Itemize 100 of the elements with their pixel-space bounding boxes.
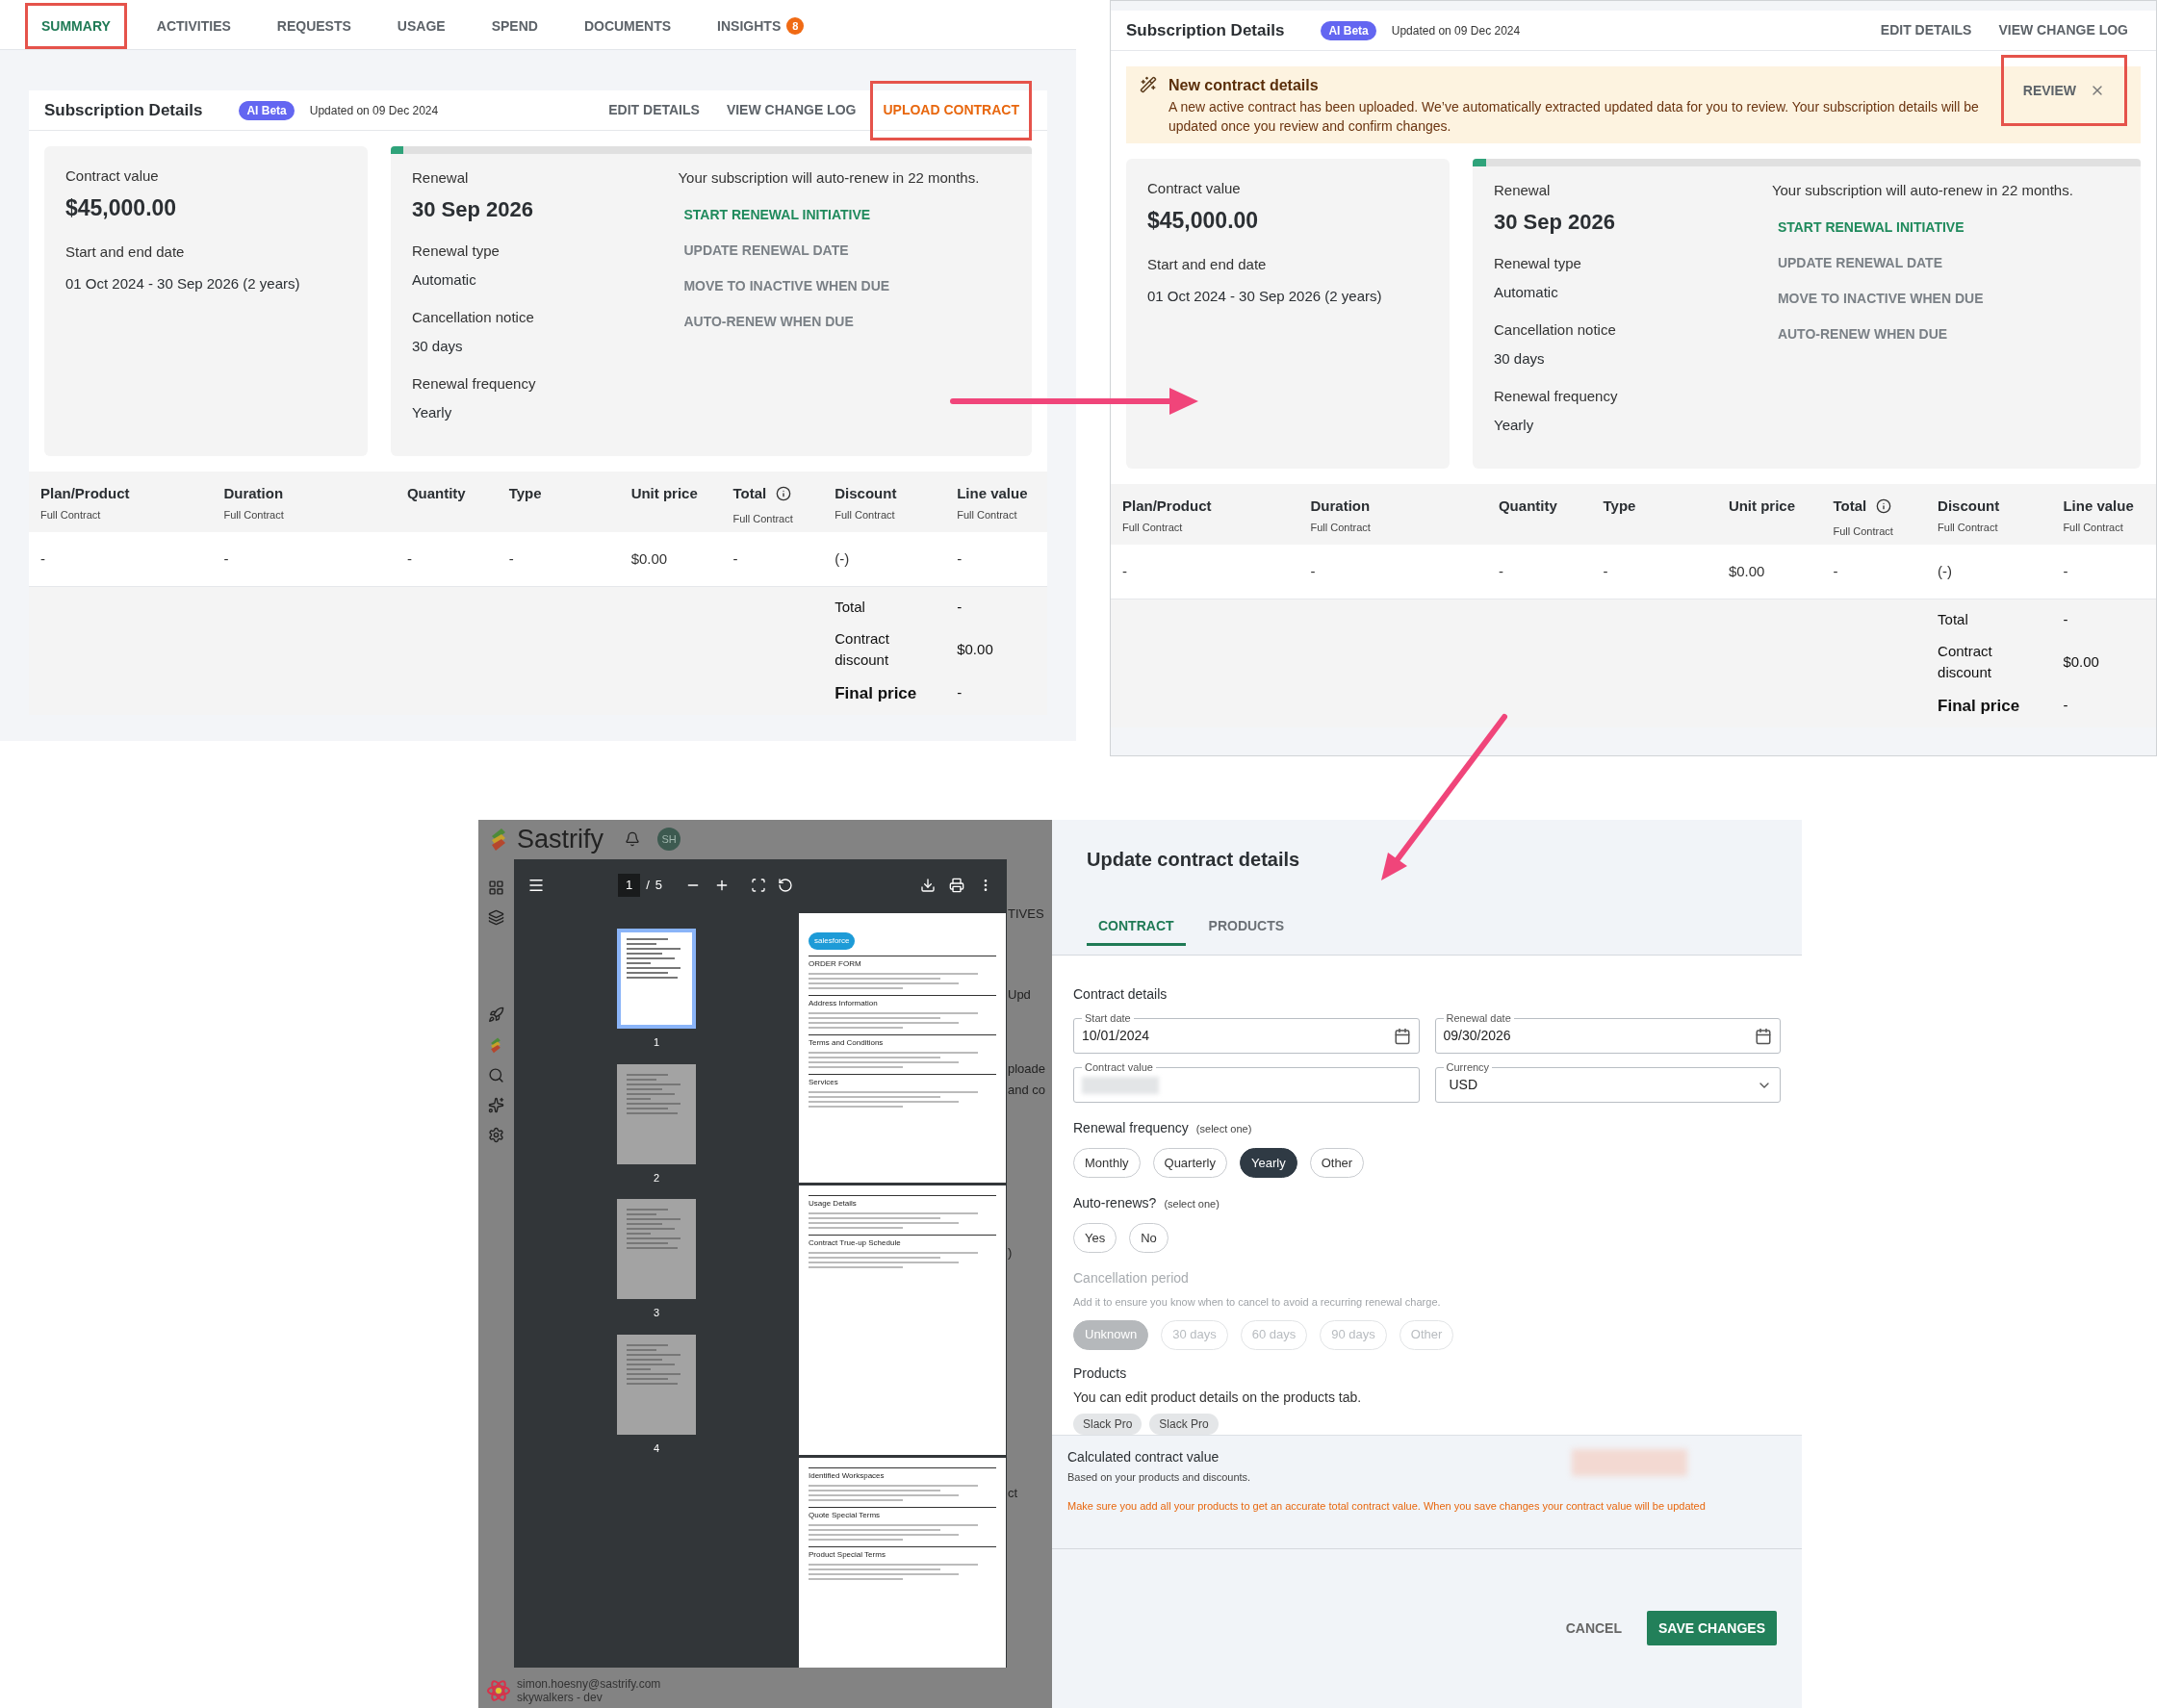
user-email: simon.hoesny@sastrify.com xyxy=(517,1677,661,1691)
renewal-action-link[interactable]: UPDATE RENEWAL DATE xyxy=(683,240,1011,261)
column-header: Quantity xyxy=(406,484,466,503)
table-cell-text: - xyxy=(732,548,739,569)
page-thumbnail[interactable] xyxy=(617,929,696,1029)
total-label: Final price xyxy=(834,682,918,704)
background-text: ct xyxy=(1008,1484,1019,1502)
nav-tab[interactable]: DOCUMENTS xyxy=(567,3,688,49)
renewal-action-link[interactable]: START RENEWAL INITIATIVE xyxy=(1777,217,2119,238)
page-number-field[interactable]: 1 xyxy=(618,874,641,897)
column-header: Plan/Product xyxy=(1122,497,1212,516)
rotate-icon[interactable] xyxy=(778,878,794,893)
renewal-action-link[interactable]: MOVE TO INACTIVE WHEN DUE xyxy=(683,275,1011,296)
total-label: Final price xyxy=(1937,695,2021,717)
field-label: Cancellation notice xyxy=(1494,319,1617,340)
avatar[interactable]: SH xyxy=(657,828,681,851)
header-action-button[interactable]: UPLOAD CONTRACT xyxy=(870,80,1032,140)
review-button[interactable]: REVIEW xyxy=(2022,80,2076,101)
page-thumbnail[interactable] xyxy=(617,1063,696,1164)
nav-tab[interactable]: SUMMARY xyxy=(25,3,127,49)
field-label: Start and end date xyxy=(1147,255,1268,274)
group-title: Auto-renews? xyxy=(1073,1194,1157,1212)
calendar-icon[interactable] xyxy=(1755,1027,1772,1045)
table-cell-text: - xyxy=(1602,561,1609,581)
nav-tab[interactable]: REQUESTS xyxy=(260,3,368,49)
nav-tab[interactable]: INSIGHTS 8 xyxy=(701,3,821,49)
column-header: Quantity xyxy=(1498,497,1557,516)
renewal-action-link[interactable]: UPDATE RENEWAL DATE xyxy=(1777,252,2119,273)
column-header: Total xyxy=(732,484,767,503)
option-chip[interactable]: Other xyxy=(1309,1148,1365,1178)
total-value: $0.00 xyxy=(956,639,994,659)
total-value: - xyxy=(2062,696,2069,715)
field-label: Renewal type xyxy=(1494,253,1582,273)
page-separator: / xyxy=(646,877,650,895)
header-action-button[interactable]: VIEW CHANGE LOG xyxy=(1986,10,2141,51)
rocket-icon[interactable] xyxy=(487,1007,504,1023)
header-action-button[interactable]: EDIT DETAILS xyxy=(1867,10,1985,51)
layers-icon[interactable] xyxy=(487,909,504,926)
nav-tab[interactable]: USAGE xyxy=(380,3,462,49)
nav-tab[interactable]: SPEND xyxy=(475,3,554,49)
bell-icon[interactable] xyxy=(625,831,641,847)
table-cell-text: - xyxy=(507,548,515,569)
cloud-logo: salesforce xyxy=(809,932,856,950)
menu-icon[interactable] xyxy=(527,877,545,894)
field-value: Automatic xyxy=(412,270,477,290)
document-heading: Identified Workspaces xyxy=(809,1467,996,1482)
grid-icon[interactable] xyxy=(487,879,504,896)
column-header: Discount xyxy=(1938,497,2000,516)
option-chip[interactable]: Monthly xyxy=(1073,1148,1141,1178)
nav-tab[interactable]: ACTIVITIES xyxy=(140,3,247,49)
products-note: You can edit product details on the products tab. xyxy=(1073,1388,1363,1407)
updated-date: Updated on 09 Dec 2024 xyxy=(309,102,439,119)
print-icon[interactable] xyxy=(949,878,964,893)
save-button[interactable]: SAVE CHANGES xyxy=(1647,1611,1777,1646)
renewal-action-link[interactable]: MOVE TO INACTIVE WHEN DUE xyxy=(1777,288,2119,309)
table-cell-text: $0.00 xyxy=(1727,561,1766,581)
group-title: Renewal frequency xyxy=(1073,1119,1189,1137)
document-heading: Quote Special Terms xyxy=(809,1507,996,1521)
background-text: TIVES xyxy=(1008,905,1045,923)
download-icon[interactable] xyxy=(920,878,936,893)
cancel-button[interactable]: CANCEL xyxy=(1554,1611,1633,1646)
option-chip[interactable]: Yes xyxy=(1073,1223,1117,1253)
table-cell-text: - xyxy=(405,548,413,569)
renewal-action-link[interactable]: AUTO-RENEW WHEN DUE xyxy=(683,311,1011,332)
sparkles-icon[interactable] xyxy=(487,1097,504,1113)
ai-beta-badge: AI Beta xyxy=(239,100,295,120)
column-subheader: Full Contract xyxy=(223,507,285,523)
table-cell-text: - xyxy=(39,548,46,569)
group-hint: (select one) xyxy=(1195,1122,1252,1136)
column-subheader: Full Contract xyxy=(835,507,896,523)
fit-page-icon[interactable] xyxy=(751,878,767,893)
contract-value: $45,000.00 xyxy=(1147,206,1260,235)
field-value: 30 days xyxy=(1494,349,1546,369)
column-header: Total xyxy=(1833,497,1867,516)
search-icon[interactable] xyxy=(487,1067,504,1083)
ai-beta-badge: AI Beta xyxy=(1321,20,1376,40)
header-action-button[interactable]: VIEW CHANGE LOG xyxy=(713,89,869,131)
thumbnail-label: 1 xyxy=(653,1035,660,1050)
field-label: Cancellation notice xyxy=(412,307,535,327)
panel-tab[interactable]: PRODUCTS xyxy=(1196,908,1297,946)
panel-tab[interactable]: CONTRACT xyxy=(1087,908,1186,946)
page-thumbnail[interactable] xyxy=(617,1199,696,1299)
group-title: Products xyxy=(1073,1364,1128,1383)
settings-icon[interactable] xyxy=(487,1127,504,1143)
magic-wand-icon xyxy=(1140,76,1157,93)
renewal-action-link[interactable]: START RENEWAL INITIATIVE xyxy=(683,204,1011,225)
field-label: Start and end date xyxy=(65,242,186,262)
calendar-icon[interactable] xyxy=(1393,1027,1411,1045)
document-heading: Product Special Terms xyxy=(809,1546,996,1561)
page-thumbnail[interactable] xyxy=(617,1334,696,1435)
option-chip[interactable]: No xyxy=(1129,1223,1168,1253)
header-action-button[interactable]: EDIT DETAILS xyxy=(596,89,712,131)
table-cell-text: - xyxy=(2062,561,2069,581)
renewal-action-link[interactable]: AUTO-RENEW WHEN DUE xyxy=(1777,323,2119,344)
column-header: Line value xyxy=(957,484,1028,503)
document-heading: Contract True-up Schedule xyxy=(809,1235,996,1249)
thumbnail-label: 3 xyxy=(653,1306,660,1320)
table-cell-text: (-) xyxy=(1937,561,1954,581)
option-chip[interactable]: Quarterly xyxy=(1152,1148,1227,1178)
option-chip[interactable]: Yearly xyxy=(1240,1148,1297,1178)
